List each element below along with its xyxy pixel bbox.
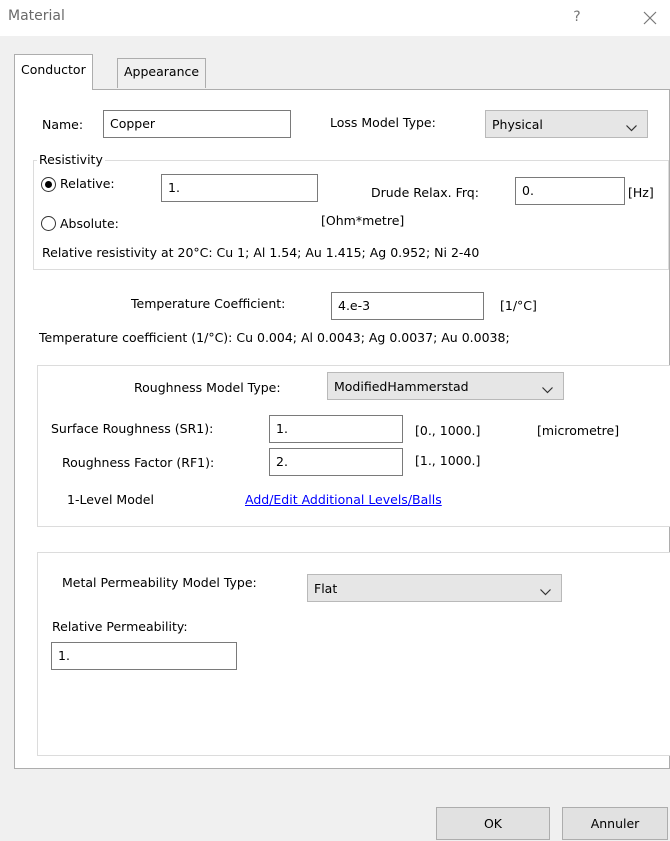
- roughness-factor-label: Roughness Factor (RF1):: [62, 455, 215, 470]
- window-title: Material: [8, 8, 65, 24]
- loss-model-label: Loss Model Type:: [330, 115, 436, 130]
- relative-permeability-field[interactable]: 1.: [51, 642, 237, 670]
- temperature-coefficient-field[interactable]: 4.e-3: [331, 292, 484, 320]
- relative-label: Relative:: [60, 176, 115, 191]
- temperature-coefficient-label: Temperature Coefficient:: [131, 296, 286, 311]
- temperature-coefficient-unit: [1/°C]: [500, 298, 537, 313]
- drude-field[interactable]: 0.: [515, 177, 625, 205]
- help-button[interactable]: ?: [566, 5, 588, 29]
- drude-label: Drude Relax. Frq:: [371, 185, 479, 200]
- roughness-model-value: ModifiedHammerstad: [334, 379, 469, 394]
- chevron-down-icon: [626, 120, 637, 135]
- resistivity-hint: Relative resistivity at 20°C: Cu 1; Al 1…: [42, 245, 480, 260]
- close-icon[interactable]: [638, 6, 662, 30]
- relative-permeability-label: Relative Permeability:: [52, 619, 188, 634]
- name-label: Name:: [42, 117, 84, 132]
- roughness-factor-field[interactable]: 2.: [269, 448, 403, 476]
- relative-radio[interactable]: [41, 177, 56, 192]
- relative-resistivity-field[interactable]: 1.: [161, 174, 318, 202]
- permeability-model-value: Flat: [314, 581, 338, 596]
- surface-roughness-range: [0., 1000.]: [415, 423, 481, 438]
- conductor-panel: Name: Copper Loss Model Type: Physical R…: [14, 89, 670, 769]
- drude-unit: [Hz]: [628, 185, 654, 200]
- roughness-factor-range: [1., 1000.]: [415, 453, 481, 468]
- loss-model-value: Physical: [492, 117, 543, 132]
- absolute-radio[interactable]: [41, 216, 56, 231]
- add-edit-levels-link[interactable]: Add/Edit Additional Levels/Balls: [245, 492, 442, 507]
- chevron-down-icon: [540, 584, 551, 599]
- absolute-label: Absolute:: [60, 216, 119, 231]
- absolute-unit: [Ohm*metre]: [321, 213, 405, 228]
- tab-appearance[interactable]: Appearance: [117, 58, 207, 88]
- temperature-hint: Temperature coefficient (1/°C): Cu 0.004…: [39, 330, 510, 345]
- resistivity-group-label: Resistivity: [37, 152, 105, 167]
- loss-model-select[interactable]: Physical: [485, 110, 648, 138]
- level-model-label: 1-Level Model: [67, 492, 154, 507]
- permeability-model-label: Metal Permeability Model Type:: [62, 575, 257, 590]
- roughness-model-label: Roughness Model Type:: [134, 380, 281, 395]
- ok-button[interactable]: OK: [436, 807, 550, 840]
- name-field[interactable]: Copper: [103, 110, 291, 138]
- chevron-down-icon: [542, 382, 553, 397]
- cancel-button[interactable]: Annuler: [562, 807, 668, 840]
- title-bar: Material ?: [0, 0, 670, 36]
- tab-conductor[interactable]: Conductor: [14, 54, 93, 90]
- surface-roughness-unit: [micrometre]: [537, 423, 620, 438]
- surface-roughness-label: Surface Roughness (SR1):: [51, 421, 214, 436]
- surface-roughness-field[interactable]: 1.: [269, 415, 403, 443]
- permeability-model-select[interactable]: Flat: [307, 574, 562, 602]
- roughness-model-select[interactable]: ModifiedHammerstad: [327, 372, 564, 400]
